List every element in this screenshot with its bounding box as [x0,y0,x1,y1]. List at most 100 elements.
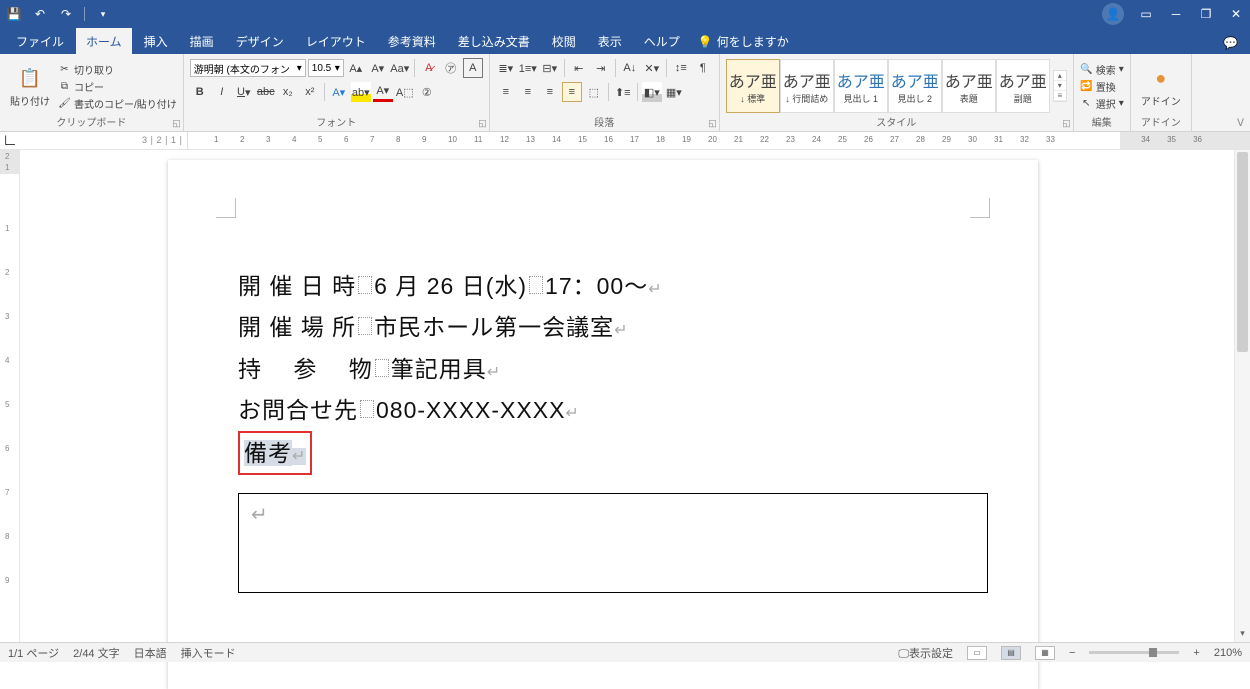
font-family-combo[interactable]: 游明朝 (本文のフォン▾ [190,59,306,77]
borders-icon[interactable]: ▦▾ [664,82,684,102]
tab-help[interactable]: ヘルプ [634,28,690,54]
vertical-scrollbar[interactable]: ▴ ▾ [1234,150,1250,642]
format-painter-button[interactable]: 🖌書式のコピー/貼り付け [58,96,177,111]
doc-line[interactable]: 備考↵ [238,431,968,475]
bullets-icon[interactable]: ≣▾ [496,58,516,78]
addins-button[interactable]: ● アドイン [1137,63,1185,110]
paragraph-launcher-icon[interactable]: ◱ [708,118,717,129]
cut-button[interactable]: ✂切り取り [58,62,177,77]
sort-icon[interactable]: A↓ [620,58,640,78]
customize-qat-icon[interactable]: ▾ [95,6,111,22]
read-mode-icon[interactable]: ▭ [967,646,987,660]
tab-selector-icon[interactable]: ∟ [0,132,20,149]
clear-format-icon[interactable]: A̷ [419,58,439,78]
horizontal-ruler[interactable]: 1234567891011121314151617181920212223242… [188,132,1250,149]
status-page[interactable]: 1/1 ページ [8,645,59,661]
status-words[interactable]: 2/44 文字 [73,645,119,661]
style-gallery-more[interactable]: ▴▾≡ [1053,70,1067,102]
tab-file[interactable]: ファイル [6,28,74,54]
bold-button[interactable]: B [190,82,210,102]
shrink-font-icon[interactable]: A▾ [368,58,388,78]
tab-mailings[interactable]: 差し込み文書 [448,28,540,54]
ribbon-display-icon[interactable]: ▭ [1138,6,1154,22]
indent-top-icon[interactable]: ⬆≡ [613,82,633,102]
numbering-icon[interactable]: 1≡▾ [518,58,538,78]
replace-button[interactable]: 🔁置換 [1080,79,1124,94]
tab-insert[interactable]: 挿入 [134,28,178,54]
scrollbar-thumb[interactable] [1237,152,1248,352]
align-left-icon[interactable]: ≡ [496,82,516,102]
distribute-icon[interactable]: ⬚ [584,82,604,102]
clipboard-launcher-icon[interactable]: ◱ [172,118,181,129]
style-card[interactable]: あア亜表題 [942,59,996,113]
display-settings-button[interactable]: 🖵表示設定 [898,645,953,661]
zoom-out-icon[interactable]: − [1069,647,1075,659]
web-layout-icon[interactable]: ▦ [1035,646,1055,660]
style-card[interactable]: あア亜↓ 行間詰め [780,59,834,113]
minimize-icon[interactable]: ─ [1168,6,1184,22]
share-icon[interactable]: 💬 [1223,36,1238,50]
doc-line[interactable]: 持 参 物筆記用具↵ [238,349,968,390]
scroll-down-icon[interactable]: ▾ [1235,628,1250,642]
paste-button[interactable]: 📋 貼り付け [6,63,54,110]
indent-dec-icon[interactable]: ⇤ [569,58,589,78]
style-card[interactable]: あア亜副題 [996,59,1050,113]
text-frame[interactable]: ↵ [238,493,988,593]
align-justify-icon[interactable]: ≡ [562,82,582,102]
doc-line[interactable]: お問合せ先080-XXXX-XXXX↵ [238,390,968,431]
indent-inc-icon[interactable]: ⇥ [591,58,611,78]
zoom-knob[interactable] [1149,648,1157,657]
style-card[interactable]: あア亜↓ 標準 [726,59,780,113]
undo-icon[interactable]: ↶ [32,6,48,22]
grow-font-icon[interactable]: A▴ [346,58,366,78]
style-card[interactable]: あア亜見出し 2 [888,59,942,113]
tab-references[interactable]: 参考資料 [378,28,446,54]
tab-design[interactable]: デザイン [226,28,294,54]
font-launcher-icon[interactable]: ◱ [478,118,487,129]
print-layout-icon[interactable]: ▤ [1001,646,1021,660]
highlight-icon[interactable]: ab▾ [351,82,371,102]
doc-line[interactable]: 開 催 場 所市民ホール第一会議室↵ [238,307,968,348]
strike-button[interactable]: abc [256,82,276,102]
italic-button[interactable]: I [212,82,232,102]
align-right-icon[interactable]: ≡ [540,82,560,102]
multilevel-icon[interactable]: ⊟▾ [540,58,560,78]
superscript-button[interactable]: x² [300,82,320,102]
restore-icon[interactable]: ❐ [1198,6,1214,22]
vertical-ruler[interactable]: 21123456789 [0,150,20,642]
document-page[interactable]: 開 催 日 時6 月 26 日(水)17：00～↵ 開 催 場 所市民ホール第一… [168,160,1038,689]
font-size-combo[interactable]: 10.5▾ [308,59,344,77]
tab-view[interactable]: 表示 [588,28,632,54]
tell-me[interactable]: 💡 何をしますか [698,33,789,54]
char-border-icon[interactable]: A [463,58,483,78]
tab-layout[interactable]: レイアウト [296,28,376,54]
close-icon[interactable]: ✕ [1228,6,1244,22]
font-color-icon[interactable]: A▾ [373,82,393,102]
zoom-slider[interactable] [1089,651,1179,654]
select-button[interactable]: ↖選択▾ [1080,96,1124,111]
tab-draw[interactable]: 描画 [180,28,224,54]
redo-icon[interactable]: ↷ [58,6,74,22]
zoom-level[interactable]: 210% [1214,647,1242,659]
account-icon[interactable]: 👤 [1102,3,1124,25]
subscript-button[interactable]: x₂ [278,82,298,102]
status-mode[interactable]: 挿入モード [181,645,236,661]
underline-button[interactable]: U▾ [234,82,254,102]
collapse-ribbon-icon[interactable]: ᐯ [1237,118,1244,129]
change-case-icon[interactable]: Aa▾ [390,58,410,78]
tab-review[interactable]: 校閲 [542,28,586,54]
save-icon[interactable]: 💾 [6,6,22,22]
enclose-char-icon[interactable]: ② [417,82,437,102]
line-spacing-icon[interactable]: ↕≡ [671,58,691,78]
find-button[interactable]: 🔍検索▾ [1080,62,1124,77]
copy-button[interactable]: ⧉コピー [58,79,177,94]
style-card[interactable]: あア亜見出し 1 [834,59,888,113]
doc-line[interactable]: 開 催 日 時6 月 26 日(水)17：00～↵ [238,266,968,307]
asian-layout-icon[interactable]: ✕▾ [642,58,662,78]
shading-icon[interactable]: ◧▾ [642,82,662,102]
phonetic-icon[interactable]: ㋐ [441,58,461,78]
tab-home[interactable]: ホーム [76,28,132,54]
text-effects-icon[interactable]: A▾ [329,82,349,102]
zoom-in-icon[interactable]: + [1193,647,1199,659]
show-marks-icon[interactable]: ¶ [693,58,713,78]
